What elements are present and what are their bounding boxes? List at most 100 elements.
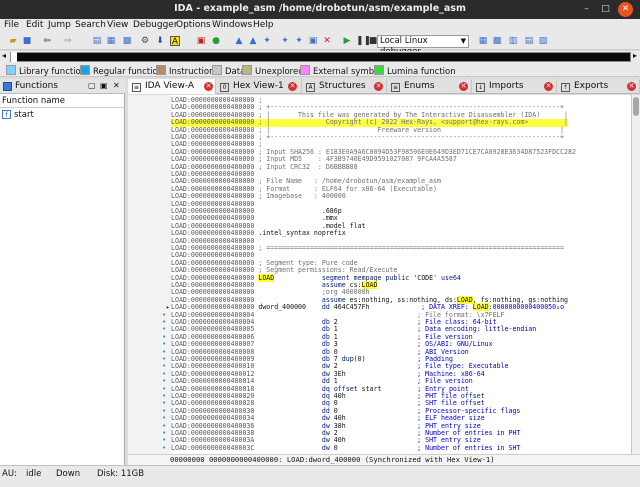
maximize-button[interactable]: □ (598, 2, 613, 17)
exports-icon: ↑ (561, 83, 570, 92)
pause-icon[interactable]: ❚❚ (356, 36, 371, 46)
tab-structures[interactable]: A Structures ✕ (302, 79, 387, 94)
title-bar: IDA - example_asm /home/drobotun/asm/exa… (0, 0, 640, 19)
search-icon[interactable]: ▦ (106, 36, 116, 46)
menu-search[interactable]: Search (75, 20, 106, 30)
tab-imports[interactable]: ↓ Imports ✕ (472, 79, 557, 94)
menu-help[interactable]: Help (253, 20, 274, 30)
x-icon[interactable]: ✕ (322, 36, 332, 46)
enums-icon: ≡ (391, 83, 400, 92)
legend-label: Instruction (169, 67, 215, 77)
restore-icon[interactable]: ▢ (88, 81, 96, 90)
plugin-icon[interactable]: ▣ (196, 36, 206, 46)
float-icon[interactable]: ▣ (100, 81, 108, 90)
menu-view[interactable]: View (107, 20, 128, 30)
run-icon[interactable]: ▶ (342, 36, 352, 46)
tab-ida-view-a[interactable]: ≡ IDA View-A ✕ (128, 79, 216, 94)
disasm-line[interactable]: LOAD:000000000040003C dw 0 ; Number of e… (171, 444, 520, 452)
synchronization-status: 00000000 0000000000400000: LOAD:dword_40… (128, 454, 640, 465)
legend-external-symbol: External symbol (300, 65, 382, 77)
tab-hex-view-1[interactable]: 0 Hex View-1 ✕ (216, 79, 302, 94)
graph-icon[interactable]: ▲ (234, 36, 244, 46)
window-title: IDA - example_asm /home/drobotun/asm/exa… (174, 3, 466, 14)
chevron-down-icon: ▼ (460, 37, 466, 45)
tab-label: Structures (319, 81, 366, 91)
struct-icon[interactable]: ▣ (308, 36, 318, 46)
options-icon[interactable]: ▤ (524, 36, 534, 46)
close-panel-icon[interactable]: ✕ (113, 81, 120, 90)
vertical-scrollbar[interactable] (631, 95, 640, 454)
nav-right-arrow-icon[interactable]: ▸ (633, 51, 637, 60)
minimize-button[interactable]: – (579, 2, 594, 17)
swatch-data (212, 65, 222, 75)
current-line-arrow-icon: ▸ (166, 304, 170, 312)
imports-icon: ↓ (476, 83, 485, 92)
close-tab-icon[interactable]: ✕ (544, 82, 553, 91)
binary-search-icon[interactable]: ▩ (122, 36, 132, 46)
menu-options[interactable]: Options (176, 20, 211, 30)
swatch-library-function (6, 65, 16, 75)
legend-library-function: Library function (6, 65, 86, 77)
tab-exports[interactable]: ↑ Exports ✕ (557, 79, 640, 94)
legend-label: Lumina function (387, 67, 456, 77)
close-button[interactable]: ✕ (618, 2, 633, 17)
function-name: start (14, 110, 34, 120)
gear-icon[interactable]: ⚙ (140, 36, 150, 46)
legend-regular-function: Regular function (80, 65, 163, 77)
menu-edit[interactable]: Edit (26, 20, 43, 30)
scrollbar-thumb[interactable] (633, 97, 639, 116)
function-icon: f (2, 110, 11, 119)
nav-left-arrow-icon[interactable]: ◂ (2, 51, 6, 60)
legend-data: Data (212, 65, 245, 77)
function-name-column-header[interactable]: Function name (0, 95, 125, 108)
functions-panel: Functions ▢ ▣ ✕ Function name f start (0, 79, 125, 465)
close-tab-icon[interactable]: ✕ (459, 82, 468, 91)
list-item[interactable]: f start (0, 109, 125, 121)
xref-icon[interactable]: ✦ (280, 36, 290, 46)
navigation-bar[interactable] (10, 52, 631, 62)
close-tab-icon[interactable]: ✕ (374, 82, 383, 91)
menu-file[interactable]: File (4, 20, 19, 30)
close-tab-icon[interactable]: ✕ (288, 82, 297, 91)
breakpoint-icon[interactable]: ▥ (508, 36, 518, 46)
functions-title: Functions (15, 81, 58, 91)
swatch-unexplored (242, 65, 252, 75)
ida-view-icon: ≡ (132, 83, 141, 92)
calls-icon[interactable]: ✦ (294, 36, 304, 46)
color-legend: Library function Regular function Instru… (0, 63, 640, 77)
tab-label: Exports (574, 81, 609, 91)
functions-tab[interactable]: Functions ▢ ▣ ✕ (0, 79, 125, 94)
status-bar: AU: idle Down Disk: 11GB (0, 465, 640, 487)
attach-icon[interactable]: ▦ (478, 36, 488, 46)
toolbar: ▰ ■ ⇦ ⇨ ▤ ▦ ▩ ⚙ ⬇ A ▣ ● ▲ ▲ ✦ ✦ ✦ ▣ ✕ ▶ … (0, 33, 640, 57)
tab-label: IDA View-A (145, 81, 195, 91)
text-icon[interactable]: A (170, 36, 180, 47)
search-direction: Down (56, 469, 81, 479)
legend-label: Unexplored (255, 67, 304, 77)
proximity-icon[interactable]: ✦ (262, 36, 272, 46)
close-tab-icon[interactable]: ✕ (204, 82, 213, 91)
circle-icon[interactable]: ● (211, 36, 221, 46)
disassembly-view[interactable]: LOAD:0000000000400000 ; LOAD:000000000040… (128, 95, 631, 454)
trace-icon[interactable]: ▧ (538, 36, 548, 46)
disk-space: Disk: 11GB (97, 469, 145, 479)
jump-icon[interactable]: ⬇ (155, 36, 165, 46)
navigation-cursor[interactable] (11, 52, 17, 62)
tab-label: Enums (404, 81, 435, 91)
hex-view-icon: 0 (220, 83, 229, 92)
view-icon[interactable]: ▤ (92, 36, 102, 46)
save-icon[interactable]: ■ (22, 36, 32, 46)
legend-instruction: Instruction (156, 65, 215, 77)
forward-icon[interactable]: ⇨ (63, 36, 73, 46)
analysis-label: AU: (2, 469, 17, 479)
close-tab-icon[interactable]: ✕ (627, 82, 636, 91)
tab-enums[interactable]: ≡ Enums ✕ (387, 79, 472, 94)
menu-windows[interactable]: Windows (212, 20, 252, 30)
open-icon[interactable]: ▰ (8, 36, 18, 46)
menu-debugger[interactable]: Debugger (133, 20, 178, 30)
menu-jump[interactable]: Jump (48, 20, 71, 30)
process-icon[interactable]: ▩ (492, 36, 502, 46)
debugger-select[interactable]: Local Linux debugger ▼ (377, 35, 469, 57)
tree-icon[interactable]: ▲ (248, 36, 258, 46)
back-icon[interactable]: ⇦ (42, 36, 52, 46)
